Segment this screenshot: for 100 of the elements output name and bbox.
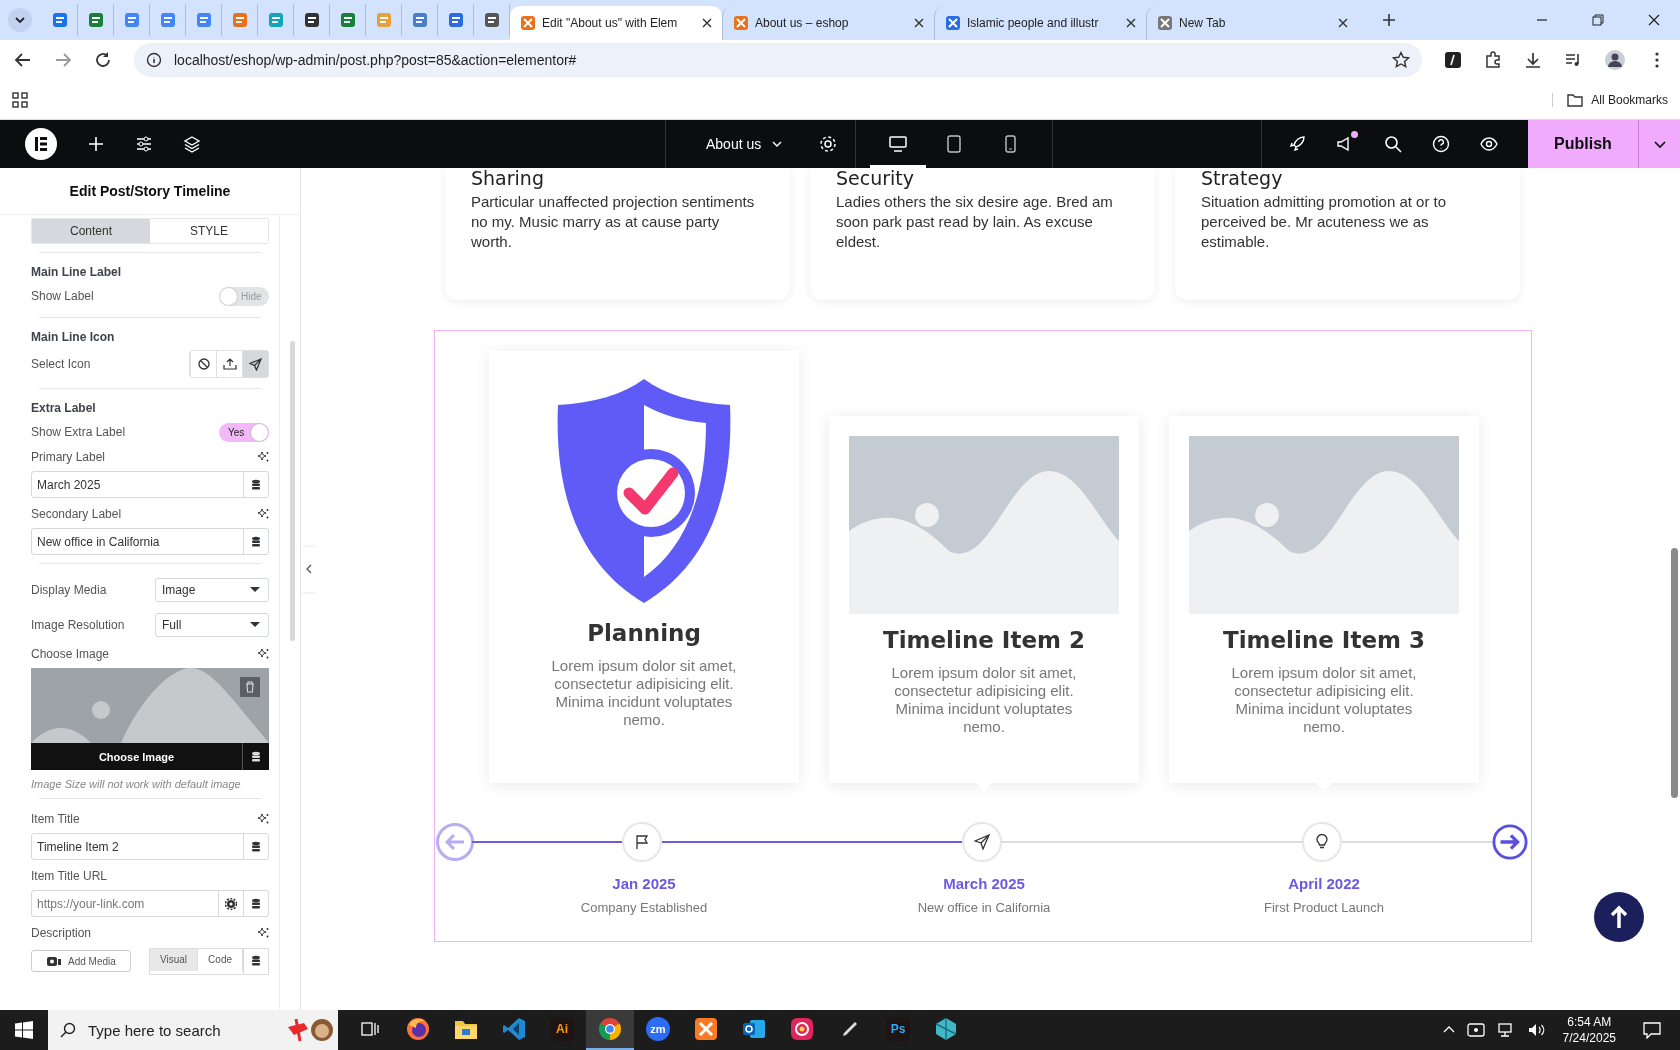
timeline-date: April 2022: [1287, 874, 1361, 894]
sparkle-icon[interactable]: [257, 508, 269, 520]
download-icon[interactable]: [1524, 51, 1542, 69]
back-icon[interactable]: [14, 51, 32, 69]
start-icon[interactable]: [15, 1021, 33, 1039]
app-button[interactable]: Ps: [874, 1010, 922, 1050]
add-media-button[interactable]: Add Media: [31, 950, 131, 972]
network-icon[interactable]: [1496, 1022, 1515, 1038]
text-field[interactable]: New office in California: [31, 528, 269, 555]
layers-icon[interactable]: [183, 135, 201, 153]
browser-tab[interactable]: About us – eshop: [722, 6, 934, 40]
database-icon[interactable]: [251, 750, 261, 763]
scrollbar[interactable]: [1671, 548, 1678, 798]
notifications-icon[interactable]: [1642, 1021, 1662, 1039]
database-icon[interactable]: [251, 478, 261, 491]
sparkle-icon[interactable]: [257, 648, 269, 660]
browser-tab[interactable]: New Tab: [1146, 6, 1358, 40]
sparkle-icon[interactable]: [257, 927, 269, 939]
reload-icon[interactable]: [94, 51, 112, 69]
url-field[interactable]: https://your-link.com: [31, 890, 269, 917]
mail-app-icon: [742, 1017, 766, 1041]
text-field[interactable]: March 2025: [31, 471, 269, 498]
arrow-right-icon: [1492, 823, 1528, 861]
volume-icon[interactable]: [1526, 1022, 1545, 1038]
chevron-icon: [14, 14, 26, 26]
app-button[interactable]: Ai: [538, 1010, 586, 1050]
help-icon[interactable]: [1432, 135, 1450, 153]
clock-time[interactable]: 6:54 AM: [1567, 1014, 1612, 1030]
panel-tab[interactable]: Content: [32, 219, 150, 243]
info-icon[interactable]: [146, 52, 162, 68]
delete-button[interactable]: [240, 677, 260, 697]
browser-logo-icon: [598, 1017, 622, 1041]
timeline-marker[interactable]: [622, 822, 662, 862]
apps-icon[interactable]: [12, 91, 28, 108]
settings-icon[interactable]: [819, 135, 838, 153]
address-bar[interactable]: localhost/eshop/wp-admin/post.php?post=85&action=elementor#: [134, 43, 1422, 77]
next-button[interactable]: [1492, 822, 1528, 862]
database-icon[interactable]: [251, 840, 261, 853]
timeline-date: March 2025: [942, 874, 1026, 894]
dropdown[interactable]: Full: [155, 612, 269, 637]
flag-icon: [634, 834, 650, 850]
puzzle-icon[interactable]: [1484, 51, 1502, 69]
caret-icon: [250, 621, 260, 628]
app-button[interactable]: zm: [634, 1010, 682, 1050]
sparkle-icon[interactable]: [257, 813, 269, 825]
database-icon[interactable]: [251, 955, 261, 967]
search-field[interactable]: Type here to search: [48, 1010, 338, 1050]
feature-title: Strategy: [1201, 168, 1284, 188]
timeline-marker[interactable]: [1302, 822, 1342, 862]
gear-icon[interactable]: [225, 897, 237, 910]
media-icon[interactable]: [1564, 51, 1582, 69]
ring-logo-icon: [790, 1017, 814, 1041]
close-icon[interactable]: [702, 18, 712, 28]
chevron-icon: [305, 564, 312, 574]
back-to-top-button[interactable]: [1594, 892, 1644, 942]
timeline-date: Jan 2025: [611, 874, 677, 894]
control-label: Choose Image: [31, 647, 110, 661]
paper-plane-icon: [974, 834, 990, 850]
preview-icon[interactable]: [1480, 135, 1498, 153]
timeline-description: Lorem ipsum dolor sit amet, consectetur adipisicing elit. Minima incidunt voluptates nemo.: [1230, 664, 1418, 736]
arrow-up-icon: [1610, 905, 1628, 929]
toggle-switch[interactable]: Yes: [219, 422, 269, 442]
timeline-marker[interactable]: [962, 822, 1002, 862]
browser-tab[interactable]: Edit "About us" with Elem: [510, 6, 722, 40]
icon-option[interactable]: [242, 351, 268, 377]
favicon-icon: [411, 12, 428, 28]
tab-search-button[interactable]: [8, 8, 32, 32]
clock-date[interactable]: 7/24/2025: [1562, 1030, 1616, 1046]
extension-icon[interactable]: [1444, 51, 1462, 69]
avatar-icon[interactable]: [1604, 49, 1626, 71]
lightbulb-icon: [1315, 834, 1329, 850]
close-icon[interactable]: [914, 18, 924, 28]
publish-button[interactable]: Publish: [1528, 120, 1638, 168]
feature-text: Situation admitting promotion at or to perceived be. Mr acuteness we as estimable.: [1201, 192, 1448, 252]
device-icon[interactable]: [1466, 1022, 1485, 1038]
scrollbar[interactable]: [290, 341, 295, 641]
search-icon[interactable]: [1384, 135, 1402, 153]
sparkle-icon[interactable]: [257, 451, 269, 463]
restore-icon[interactable]: [1592, 14, 1604, 26]
favicon-icon: [87, 12, 104, 28]
rocket-icon[interactable]: [1288, 135, 1306, 153]
database-icon[interactable]: [251, 535, 261, 548]
timeline-title: Planning: [587, 619, 701, 647]
close-icon[interactable]: [1126, 18, 1136, 28]
new-tab-icon[interactable]: [1382, 13, 1396, 27]
editor-mode-tab[interactable]: Visual: [150, 948, 199, 971]
sliders-icon[interactable]: [135, 135, 153, 153]
all-bookmarks-button[interactable]: All Bookmarks: [1552, 92, 1668, 107]
forward-icon[interactable]: [54, 51, 72, 69]
close-icon[interactable]: [1338, 18, 1348, 28]
elementor-logo-icon[interactable]: [25, 128, 57, 160]
add-icon[interactable]: [87, 135, 105, 153]
close-icon[interactable]: [1648, 14, 1660, 26]
database-icon[interactable]: [251, 897, 261, 910]
text-field[interactable]: Timeline Item 2: [31, 833, 269, 860]
chrome-app-button[interactable]: [586, 1010, 634, 1050]
star-icon[interactable]: [1392, 51, 1410, 69]
camera-icon: [46, 954, 62, 968]
dropdown[interactable]: Image: [155, 577, 269, 602]
browser-tab[interactable]: Islamic people and illustr: [934, 6, 1146, 40]
